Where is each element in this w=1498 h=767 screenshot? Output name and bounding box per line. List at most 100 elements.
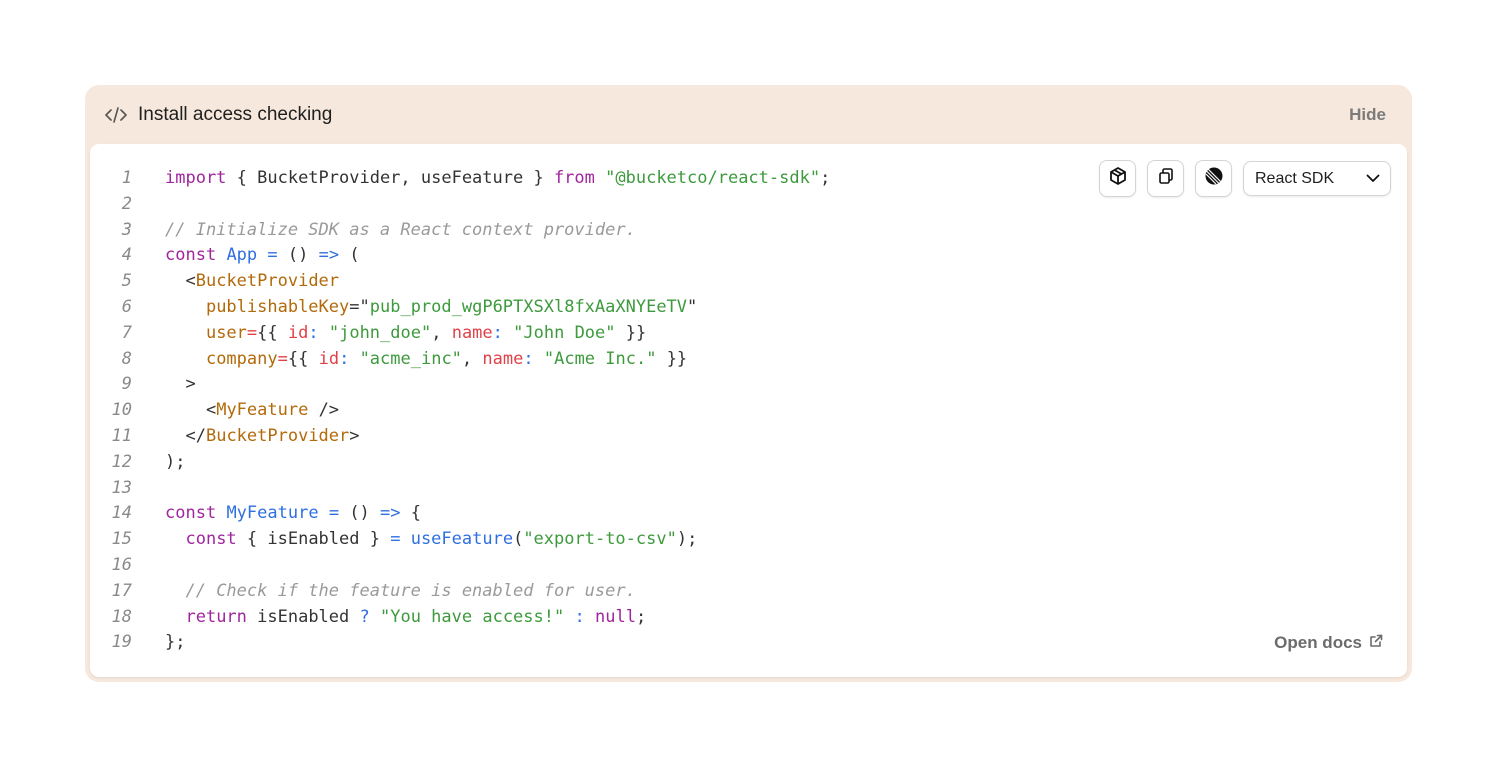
code-token: = [349, 296, 360, 317]
code-comment: // Initialize SDK as a React context pro… [165, 219, 636, 240]
copy-button[interactable] [1147, 160, 1184, 197]
code-token: " [687, 296, 698, 317]
code-card: 1 import { BucketProvider, useFeature } f… [90, 144, 1407, 677]
code-line: 8 company={{ id: "acme_inc", name: "Acme… [90, 347, 687, 373]
line-number: 10 [111, 400, 132, 421]
code-line: 4 const App = () => ( [90, 243, 360, 269]
code-line: 19}; [90, 630, 186, 656]
copy-icon [1157, 167, 1175, 190]
code-token: useFeature [410, 529, 514, 550]
code-token: < [205, 400, 217, 421]
code-token: company [205, 348, 278, 369]
code-icon [105, 105, 127, 125]
line-number: 9 [121, 374, 132, 395]
code-token: ? [359, 606, 370, 627]
code-token: = [328, 503, 340, 524]
open-docs-link[interactable]: Open docs [1274, 633, 1383, 653]
code-line: 5 <BucketProvider [90, 269, 339, 295]
linear-button[interactable] [1195, 160, 1232, 197]
code-token: import [165, 168, 227, 188]
code-token: "You have access!" [380, 606, 565, 627]
code-line: 16 [90, 553, 132, 579]
line-number: 11 [111, 425, 132, 446]
code-token: ); [676, 529, 698, 550]
code-token: {{ [287, 348, 319, 369]
code-token: const [165, 503, 217, 524]
code-token: ; [820, 168, 831, 188]
code-token: {{ [257, 322, 288, 343]
code-line: 1 import { BucketProvider, useFeature } f… [90, 166, 831, 192]
code-line: 14 const MyFeature = () => { [90, 501, 422, 527]
open-docs-label: Open docs [1274, 633, 1362, 652]
package-button[interactable] [1099, 160, 1136, 197]
code-token: => [380, 503, 401, 524]
code-token: BucketProvider [195, 271, 340, 292]
code-line: 13 [90, 476, 132, 502]
code-token: " [359, 296, 370, 317]
sdk-select-value: React SDK [1255, 169, 1335, 187]
code-token: : [308, 322, 319, 343]
code-token: ; [635, 606, 647, 627]
code-token: : [523, 348, 534, 369]
code-token: const [165, 245, 217, 266]
code-token: > [185, 374, 196, 395]
code-token: name [482, 348, 524, 369]
code-line: 3 // Initialize SDK as a React context pr… [90, 218, 636, 244]
panel-title: Install access checking [138, 104, 333, 125]
code-token: user [205, 322, 247, 343]
code-token: { [410, 503, 422, 524]
line-number: 3 [121, 219, 132, 240]
code-line: 10 <MyFeature /> [90, 398, 340, 424]
code-token: , [461, 348, 483, 369]
code-token: => [318, 245, 340, 266]
sdk-select[interactable]: React SDK [1243, 161, 1391, 196]
line-number: 1 [121, 168, 132, 188]
code-token: "export-to-csv" [523, 529, 677, 550]
line-number: 7 [121, 322, 132, 343]
code-block: 1 import { BucketProvider, useFeature } f… [90, 166, 831, 656]
code-token: "Acme Inc." [543, 348, 657, 369]
line-number: 8 [121, 348, 132, 369]
chevron-down-icon [1366, 170, 1380, 188]
code-token: }; [165, 632, 186, 653]
hide-button[interactable]: Hide [1349, 105, 1386, 125]
panel-header: Install access checking Hide [85, 85, 1412, 143]
line-number: 14 [111, 503, 132, 524]
code-token: MyFeature [216, 400, 309, 421]
code-token: () [349, 503, 370, 524]
code-token: /> [308, 400, 340, 421]
code-token: ( [513, 529, 524, 550]
package-icon [1108, 166, 1128, 191]
line-number: 19 [111, 632, 132, 653]
code-token: "@bucketco/react-sdk" [605, 168, 821, 188]
code-token: = [390, 529, 401, 550]
code-token: () [287, 245, 309, 266]
line-number: 2 [121, 193, 132, 214]
install-panel: Install access checking Hide 1 import { B… [85, 85, 1412, 682]
line-number: 12 [111, 451, 132, 472]
code-token: "John Doe" [513, 322, 616, 343]
code-token: BucketProvider [205, 425, 350, 446]
code-line: 7 user={{ id: "john_doe", name: "John Do… [90, 321, 646, 347]
code-token: return [185, 606, 247, 627]
code-token: { BucketProvider, useFeature } [226, 168, 554, 188]
code-token: ); [165, 451, 186, 472]
code-token: , [431, 322, 452, 343]
code-token: "john_doe" [328, 322, 432, 343]
code-token: : [492, 322, 503, 343]
linear-logo-icon [1204, 166, 1224, 191]
code-token: = [277, 348, 288, 369]
code-token: < [185, 271, 196, 292]
line-number: 4 [121, 245, 132, 266]
line-number: 5 [121, 271, 132, 292]
code-token: = [246, 322, 258, 343]
code-token: null [594, 606, 636, 627]
code-token: : [574, 606, 585, 627]
line-number: 15 [111, 529, 132, 550]
code-token: : [339, 348, 350, 369]
code-token: id [318, 348, 340, 369]
code-token: const [185, 529, 237, 550]
code-line: 6 publishableKey="pub_prod_wgP6PTXSXl8fx… [90, 295, 698, 321]
code-token: publishableKey [205, 296, 350, 317]
code-toolbar: React SDK [1099, 160, 1391, 197]
